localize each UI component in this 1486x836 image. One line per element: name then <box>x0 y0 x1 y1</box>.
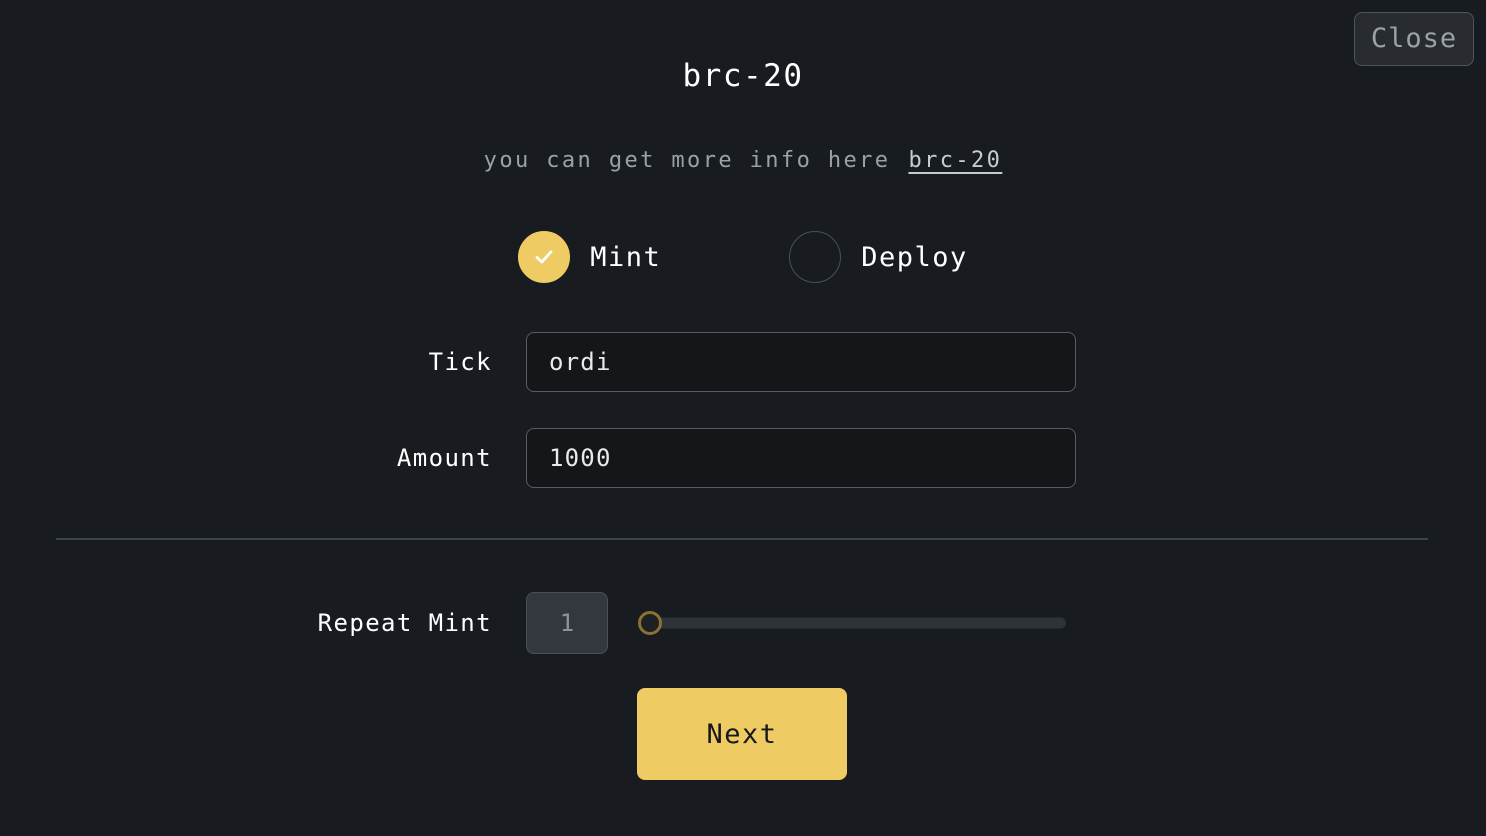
slider-track[interactable] <box>649 617 1066 629</box>
subtitle-row: you can get more info here brc-20 <box>0 148 1486 173</box>
amount-label: Amount <box>396 444 492 472</box>
next-button[interactable]: Next <box>637 688 847 780</box>
radio-option-mint[interactable]: Mint <box>518 231 661 283</box>
empty-circle-icon[interactable] <box>789 231 842 283</box>
check-icon[interactable] <box>518 231 571 283</box>
repeat-mint-input[interactable] <box>526 592 608 654</box>
radio-label-deploy: Deploy <box>861 241 968 273</box>
brc20-modal-page: { "header": { "close_label": "Close", "t… <box>0 0 1486 836</box>
radio-option-deploy[interactable]: Deploy <box>789 231 968 283</box>
subtitle-text: you can get more info here <box>483 148 891 173</box>
repeat-mint-slider[interactable] <box>638 608 1066 638</box>
tick-input[interactable] <box>526 332 1076 392</box>
mode-selector: Mint Deploy <box>0 231 1486 283</box>
section-divider <box>56 538 1428 540</box>
page-title: brc-20 <box>682 58 804 94</box>
repeat-mint-row: Repeat Mint <box>0 592 1486 654</box>
amount-input[interactable] <box>526 428 1076 488</box>
brc20-info-link[interactable]: brc-20 <box>908 148 1002 173</box>
slider-handle[interactable] <box>638 611 662 635</box>
radio-label-mint: Mint <box>590 241 662 273</box>
repeat-mint-label: Repeat Mint <box>317 609 492 637</box>
tick-label: Tick <box>428 348 492 376</box>
field-row-tick: Tick <box>0 332 1486 392</box>
field-row-amount: Amount <box>0 428 1486 488</box>
